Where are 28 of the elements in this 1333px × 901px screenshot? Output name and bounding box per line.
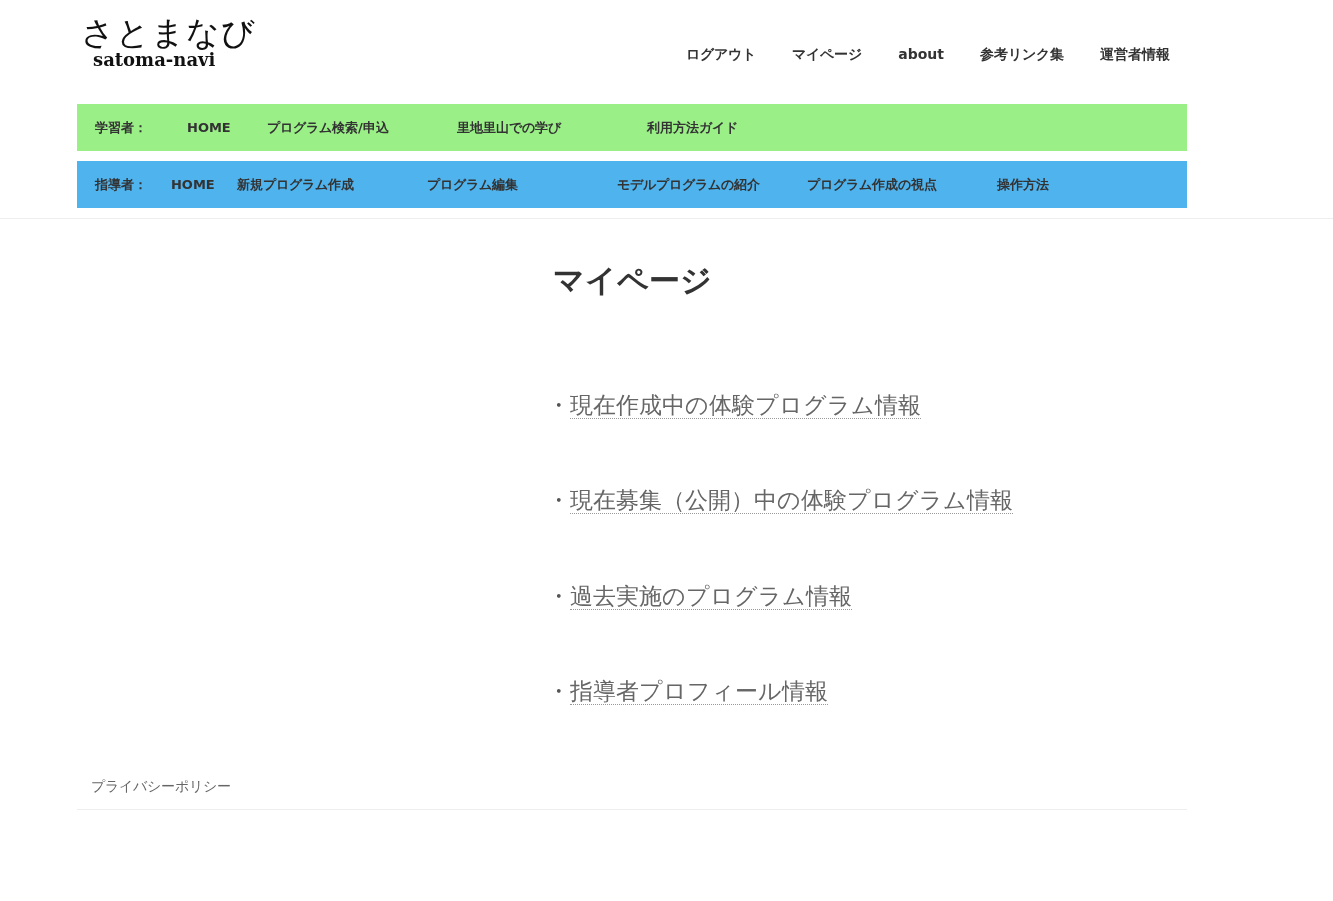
menu-link[interactable]: モデルプログラムの紹介 bbox=[617, 174, 807, 195]
menu-link[interactable]: 利用方法ガイド bbox=[647, 117, 837, 138]
menu-link[interactable]: プログラム検索/申込 bbox=[267, 117, 457, 138]
mypage-link[interactable]: 現在作成中の体験プログラム情報 bbox=[570, 391, 921, 419]
menu-link[interactable]: 新規プログラム作成 bbox=[237, 174, 427, 195]
menu-link[interactable]: 操作方法 bbox=[997, 174, 1187, 195]
menu-link[interactable]: プログラム作成の視点 bbox=[807, 174, 997, 195]
bullet: ・ bbox=[547, 391, 570, 418]
mypage-link[interactable]: 指導者プロフィール情報 bbox=[570, 678, 828, 706]
page-title: マイページ bbox=[551, 261, 713, 300]
bullet: ・ bbox=[547, 487, 570, 514]
nav-link[interactable]: 運営者情報 bbox=[1100, 46, 1170, 62]
bullet: ・ bbox=[547, 678, 570, 705]
menu-label: 学習者： bbox=[95, 118, 148, 137]
site-logo-subtitle[interactable]: satoma-navi bbox=[93, 51, 256, 69]
menu-link[interactable]: HOME bbox=[187, 117, 267, 138]
nav-link[interactable]: ログアウト bbox=[686, 46, 757, 62]
nav-link[interactable]: マイページ bbox=[792, 46, 863, 62]
bullet: ・ bbox=[547, 582, 570, 609]
menu-label: 指導者： bbox=[95, 175, 148, 194]
menu-link[interactable]: 里地里山での学び bbox=[457, 117, 647, 138]
nav-link[interactable]: 参考リンク集 bbox=[980, 46, 1064, 62]
mypage-link[interactable]: 現在募集（公開）中の体験プログラム情報 bbox=[570, 487, 1013, 515]
privacy-policy-link[interactable]: プライバシーポリシー bbox=[91, 777, 231, 794]
menu-link[interactable]: HOME bbox=[170, 174, 237, 195]
menu-link[interactable]: プログラム編集 bbox=[427, 174, 617, 195]
nav-link[interactable]: about bbox=[898, 46, 944, 62]
mypage-link[interactable]: 過去実施のプログラム情報 bbox=[570, 582, 852, 610]
